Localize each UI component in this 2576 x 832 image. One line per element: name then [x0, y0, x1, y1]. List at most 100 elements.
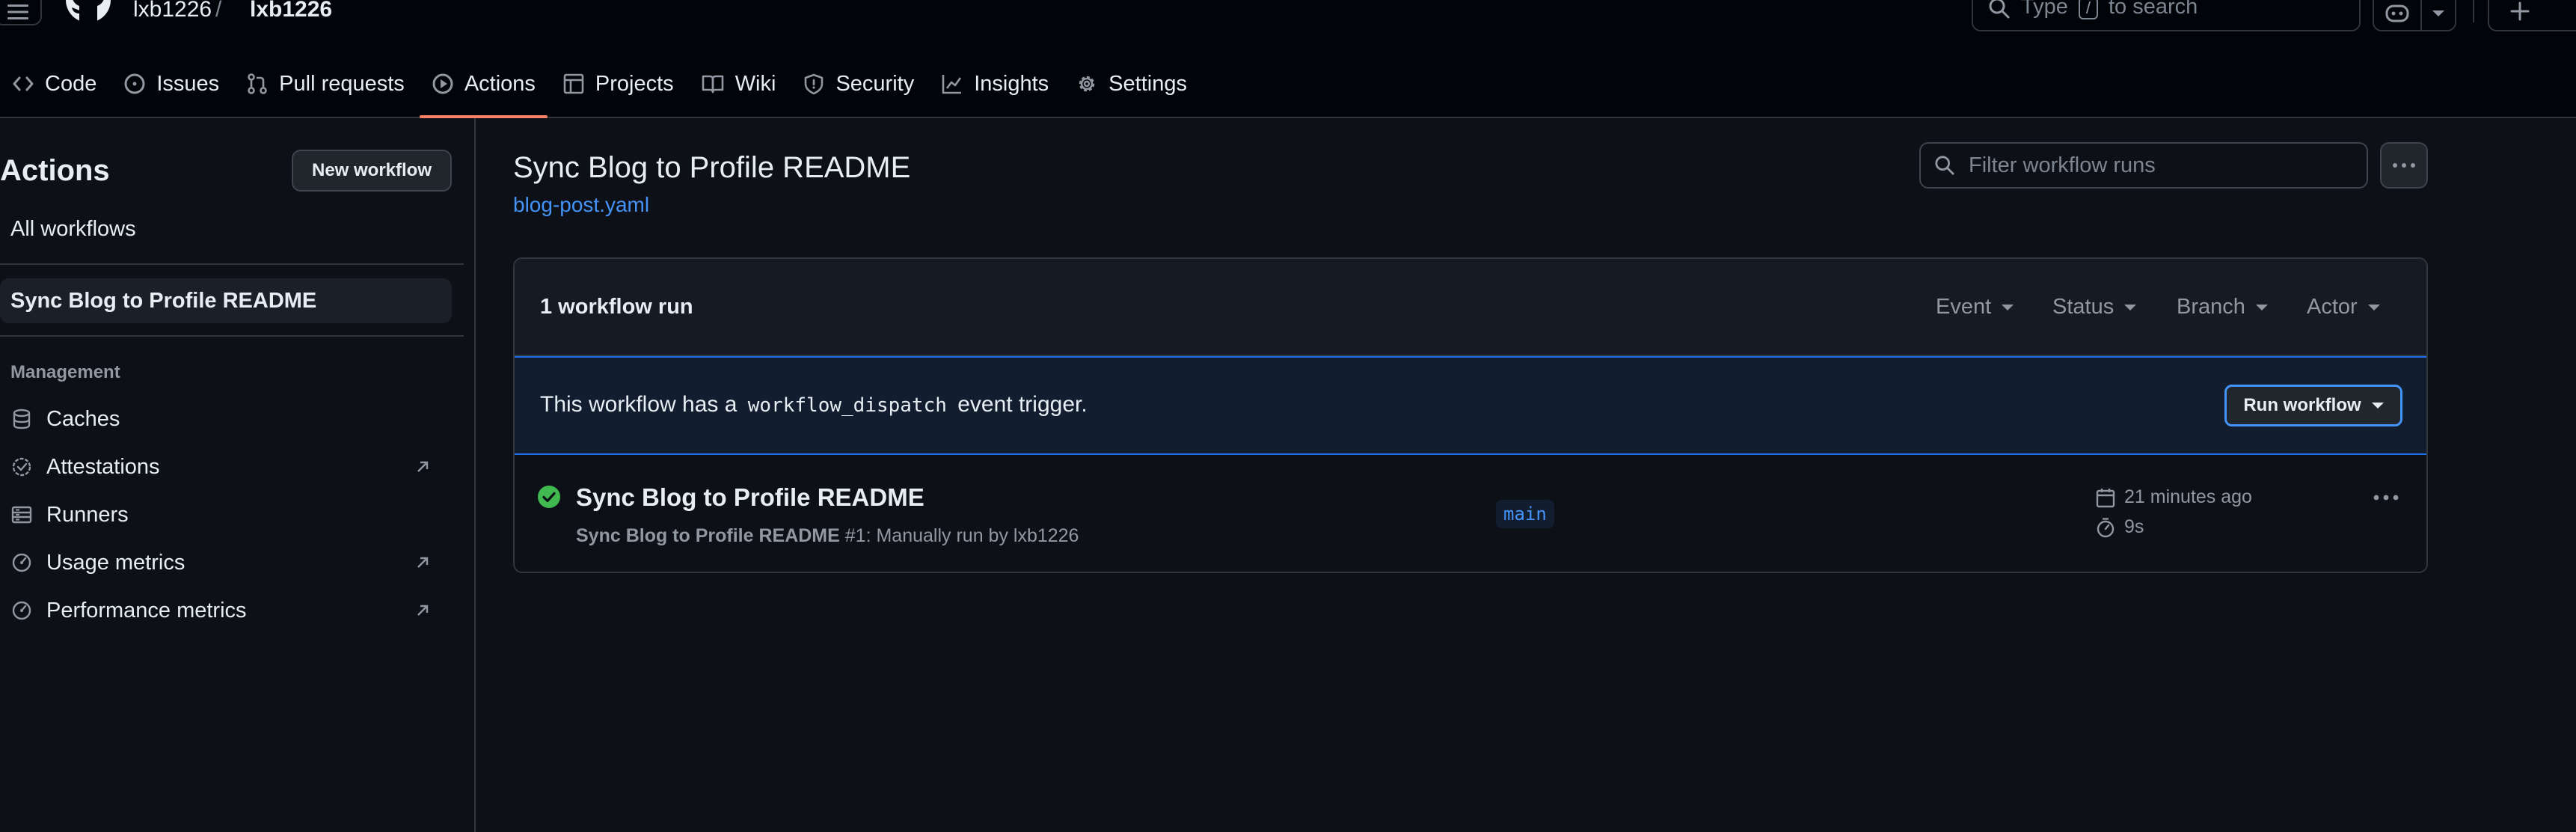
sidebar-title: Actions	[0, 154, 110, 187]
run-meta-rest: #1: Manually run by lxb1226	[844, 525, 1079, 546]
copilot-button-group	[2373, 0, 2456, 31]
check-circle-fill-icon	[538, 486, 560, 508]
tab-projects-label: Projects	[595, 71, 674, 96]
search-icon	[1935, 156, 1954, 175]
branch-filter-dropdown[interactable]: Branch	[2177, 295, 2268, 319]
triangle-down-icon	[2124, 304, 2137, 311]
tab-issues[interactable]: Issues	[111, 63, 231, 105]
kebab-horizontal-icon	[2393, 163, 2415, 168]
sidebar-item-label: Caches	[46, 406, 120, 431]
tab-wiki-label: Wiki	[735, 71, 776, 96]
tab-projects[interactable]: Projects	[551, 63, 686, 105]
breadcrumb-separator: /	[215, 0, 222, 22]
sidebar-item-label: Usage metrics	[46, 550, 185, 575]
workflow-dispatch-banner: This workflow has a workflow_dispatch ev…	[515, 356, 2426, 455]
sidebar-item-runners[interactable]: Runners	[0, 494, 452, 536]
workflow-run-row[interactable]: Sync Blog to Profile README Sync Blog to…	[515, 455, 2426, 572]
meter-icon	[12, 601, 31, 620]
sidebar-item-attestations[interactable]: Attestations	[0, 446, 452, 488]
run-duration: 9s	[2096, 516, 2144, 538]
run-title-link[interactable]: Sync Blog to Profile README	[576, 483, 924, 512]
plus-icon	[2510, 1, 2530, 21]
verified-icon	[12, 457, 31, 477]
github-logo-icon[interactable]	[64, 0, 112, 24]
hamburger-icon	[7, 4, 28, 19]
copilot-button[interactable]	[2374, 0, 2422, 30]
triangle-down-icon	[2432, 10, 2444, 16]
run-time-text: 21 minutes ago	[2124, 486, 2252, 507]
sidebar-item-usage-metrics[interactable]: Usage metrics	[0, 542, 452, 584]
event-filter-dropdown[interactable]: Event	[1936, 295, 2014, 319]
git-pull-request-icon	[248, 73, 267, 94]
breadcrumb-owner[interactable]: lxb1226	[133, 0, 212, 22]
search-icon	[1989, 0, 2010, 19]
runs-header: 1 workflow run Event Status Branch Actor	[515, 259, 2426, 356]
triangle-down-icon	[2002, 304, 2014, 311]
global-header: lxb1226 / lxb1226 Type / to search Code …	[0, 0, 2576, 118]
actions-sidebar: Actions New workflow All workflows Sync …	[0, 118, 476, 832]
graph-icon	[942, 75, 962, 94]
book-icon	[702, 75, 723, 94]
tab-pull-requests[interactable]: Pull requests	[234, 63, 417, 105]
tab-issues-label: Issues	[156, 71, 220, 96]
status-filter-dropdown[interactable]: Status	[2052, 295, 2137, 319]
run-meta: Sync Blog to Profile README #1: Manually…	[576, 525, 1079, 547]
search-suffix: to search	[2109, 0, 2198, 19]
run-meta-name: Sync Blog to Profile README	[576, 525, 840, 546]
tab-code[interactable]: Code	[0, 63, 108, 105]
filter-runs-input[interactable]: Filter workflow runs	[1919, 142, 2368, 189]
runs-count: 1 workflow run	[540, 295, 693, 319]
tab-security[interactable]: Security	[791, 63, 926, 105]
dispatch-message: This workflow has a workflow_dispatch ev…	[540, 392, 1088, 417]
sidebar-item-label: Attestations	[46, 454, 160, 479]
workflow-options-button[interactable]	[2380, 142, 2428, 189]
search-input[interactable]: Type / to search	[1972, 0, 2361, 31]
copilot-dropdown-button[interactable]	[2422, 0, 2455, 30]
tab-insights-label: Insights	[974, 71, 1049, 96]
workflow-file-link[interactable]: blog-post.yaml	[513, 193, 649, 217]
tab-insights[interactable]: Insights	[929, 63, 1061, 105]
tab-settings-label: Settings	[1108, 71, 1187, 96]
gear-icon	[1079, 76, 1095, 92]
branch-label[interactable]: main	[1496, 500, 1554, 528]
run-workflow-button[interactable]: Run workflow	[2224, 385, 2402, 426]
kebab-horizontal-icon[interactable]	[2373, 494, 2399, 501]
dispatch-prefix: This workflow has a	[540, 392, 737, 417]
copilot-icon	[2385, 4, 2409, 22]
page-title: Sync Blog to Profile README	[513, 151, 911, 184]
tab-settings[interactable]: Settings	[1064, 63, 1199, 105]
run-duration-text: 9s	[2124, 516, 2144, 537]
tab-actions-label: Actions	[464, 71, 536, 96]
search-shortcut-key: /	[2078, 0, 2098, 19]
create-new-button[interactable]	[2488, 0, 2576, 31]
search-prefix: Type	[2021, 0, 2068, 19]
dropdown-label: Event	[1936, 295, 1992, 319]
issue-opened-icon	[124, 73, 145, 94]
stopwatch-icon	[2097, 517, 2115, 537]
sidebar-divider	[0, 335, 464, 337]
tab-code-label: Code	[45, 71, 97, 96]
run-workflow-label: Run workflow	[2243, 395, 2361, 415]
menu-button[interactable]	[0, 0, 42, 25]
tab-actions[interactable]: Actions	[419, 63, 548, 118]
breadcrumb-repo[interactable]: lxb1226	[250, 0, 332, 22]
actor-filter-dropdown[interactable]: Actor	[2307, 295, 2380, 319]
tab-wiki[interactable]: Wiki	[689, 63, 788, 105]
triangle-down-icon	[2367, 304, 2380, 311]
all-workflows-link[interactable]: All workflows	[10, 217, 136, 242]
dispatch-suffix: event trigger.	[957, 392, 1088, 417]
sidebar-workflow-item[interactable]: Sync Blog to Profile README	[0, 278, 452, 323]
tab-security-label: Security	[835, 71, 915, 96]
dropdown-label: Status	[2052, 295, 2115, 319]
shield-icon	[805, 73, 824, 95]
new-workflow-button[interactable]: New workflow	[292, 150, 452, 192]
triangle-down-icon	[2371, 403, 2384, 409]
sidebar-item-label: Runners	[46, 502, 129, 527]
server-icon	[11, 506, 32, 524]
sidebar-item-caches[interactable]: Caches	[0, 398, 452, 440]
arrow-up-right-icon	[417, 461, 429, 472]
sidebar-item-performance-metrics[interactable]: Performance metrics	[0, 590, 452, 631]
code-icon	[13, 76, 34, 91]
dropdown-label: Actor	[2307, 295, 2358, 319]
database-icon	[13, 409, 31, 429]
